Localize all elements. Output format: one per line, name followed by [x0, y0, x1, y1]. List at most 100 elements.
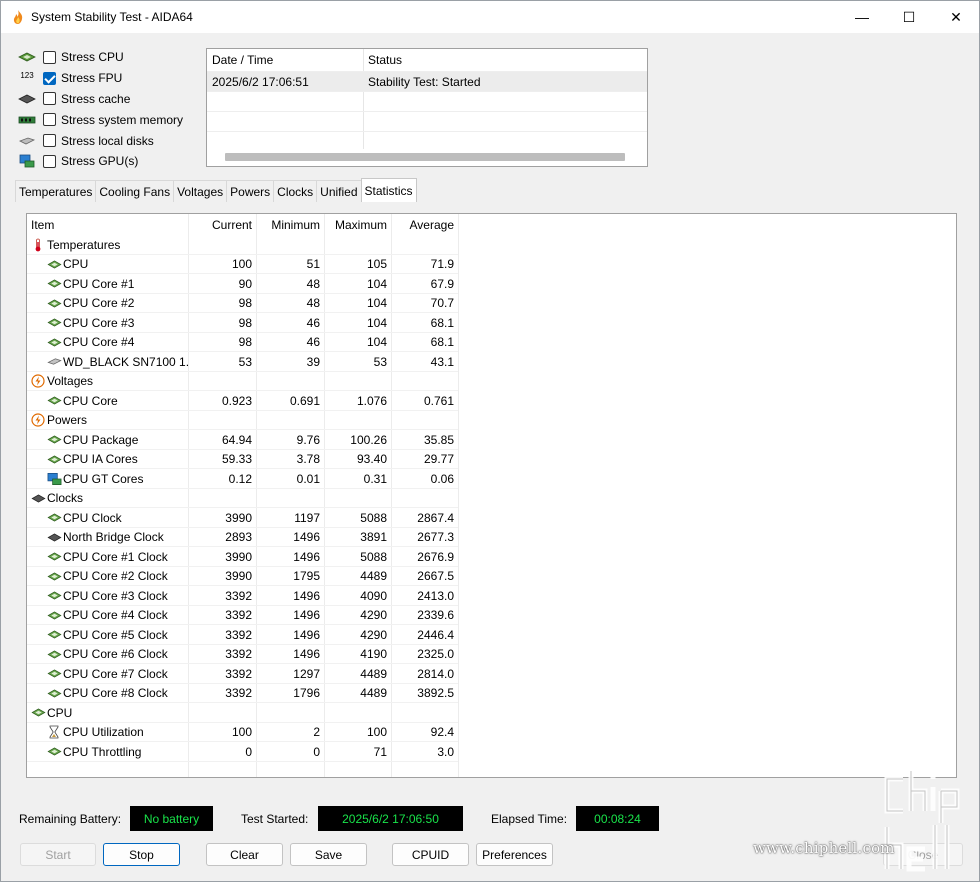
table-row[interactable]: CPU Core #6 Clock 3392 1496 4190 2325.0	[27, 645, 458, 665]
maximum-value: 3891	[360, 530, 387, 545]
tab-statistics[interactable]: Statistics	[360, 178, 417, 202]
tab-voltages[interactable]: Voltages	[173, 180, 228, 202]
stress-gpu-checkbox[interactable]	[43, 154, 56, 168]
aida64-flame-icon	[13, 10, 23, 24]
row-item-name: CPU Core #2 Clock	[27, 567, 188, 587]
stress-disks-option[interactable]: Stress local disks	[17, 130, 183, 151]
table-row[interactable]: North Bridge Clock 2893 1496 3891 2677.3	[27, 528, 458, 547]
row-item-name: Temperatures	[27, 235, 188, 255]
table-row[interactable]: CPU Core #2 Clock 3990 1795 4489 2667.5	[27, 567, 458, 587]
status-row[interactable]: 2025/6/2 17:06:51 Stability Test: Starte…	[207, 71, 647, 91]
row-item-label: CPU Core #6 Clock	[63, 647, 168, 662]
header-average[interactable]: Average	[391, 215, 458, 235]
preferences-button[interactable]: Preferences	[476, 843, 553, 866]
stress-cpu-option[interactable]: Stress CPU	[17, 47, 183, 68]
table-row[interactable]: CPU Core #3 Clock 3392 1496 4090 2413.0	[27, 586, 458, 606]
stress-options: Stress CPU 123 Stress FPU Stress cache S…	[17, 47, 183, 172]
stress-fpu-option[interactable]: 123 Stress FPU	[17, 68, 183, 89]
minimum-value: 1297	[293, 666, 320, 681]
tab-unified[interactable]: Unified	[316, 180, 362, 202]
average-value: 0.06	[430, 471, 454, 486]
row-item-name: CPU Core #6 Clock	[27, 645, 188, 665]
table-row[interactable]: CPU GT Cores 0.12 0.01 0.31 0.06	[27, 469, 458, 489]
row-item-label: CPU GT Cores	[63, 471, 144, 486]
status-header-time[interactable]: Date / Time	[207, 49, 363, 71]
row-item-label: CPU Core #2	[63, 296, 135, 311]
stress-disks-checkbox[interactable]	[43, 134, 56, 148]
minimize-button[interactable]: —	[839, 1, 885, 33]
minimum-value: 0.691	[289, 393, 320, 408]
table-row[interactable]: CPU Core #5 Clock 3392 1496 4290 2446.4	[27, 625, 458, 645]
table-row[interactable]: CPU Core #2 98 48 104 70.7	[27, 294, 458, 313]
tab-cooling-fans[interactable]: Cooling Fans	[95, 180, 175, 202]
table-row[interactable]: CPU Core #1 Clock 3990 1496 5088 2676.9	[27, 547, 458, 567]
average-value: 92.4	[430, 725, 454, 740]
memory-module-icon	[17, 113, 37, 127]
table-row[interactable]: CPU Core #1 90 48 104 67.9	[27, 274, 458, 294]
header-maximum[interactable]: Maximum	[324, 215, 391, 235]
chip-icon	[46, 589, 62, 603]
row-item-label: CPU Utilization	[63, 725, 144, 740]
stress-memory-option[interactable]: Stress system memory	[17, 109, 183, 130]
header-minimum[interactable]: Minimum	[256, 215, 324, 235]
stress-cache-option[interactable]: Stress cache	[17, 89, 183, 110]
chip-icon	[46, 335, 62, 349]
table-row[interactable]: CPU Core #7 Clock 3392 1297 4489 2814.0	[27, 664, 458, 684]
table-row[interactable]: CPU Core 0.923 0.691 1.076 0.761	[27, 391, 458, 411]
table-group-row[interactable]: Clocks	[27, 489, 458, 509]
stress-cpu-checkbox[interactable]	[43, 50, 56, 64]
table-group-row[interactable]: Temperatures	[27, 235, 458, 255]
table-row[interactable]: CPU Clock 3990 1197 5088 2867.4	[27, 508, 458, 528]
save-button[interactable]: Save	[290, 843, 367, 866]
table-row[interactable]: CPU Core #4 98 46 104 68.1	[27, 333, 458, 352]
table-row[interactable]: CPU Utilization 100 2 100 92.4	[27, 723, 458, 742]
statistics-table[interactable]: Item Current Minimum Maximum Average Tem…	[26, 213, 957, 778]
fpu-123-icon: 123	[17, 71, 37, 85]
stress-gpu-option[interactable]: Stress GPU(s)	[17, 151, 183, 172]
tab-temperatures[interactable]: Temperatures	[15, 180, 97, 202]
table-row[interactable]: CPU 100 51 105 71.9	[27, 255, 458, 274]
header-current[interactable]: Current	[188, 215, 256, 235]
current-value: 2893	[225, 530, 252, 545]
table-row[interactable]: CPU IA Cores 59.33 3.78 93.40 29.77	[27, 450, 458, 469]
status-log[interactable]: Date / Time Status 2025/6/2 17:06:51 Sta…	[206, 48, 648, 167]
row-item-label: Temperatures	[47, 237, 121, 252]
start-button[interactable]: Start	[20, 843, 96, 866]
chip-icon	[46, 296, 62, 310]
stress-cache-checkbox[interactable]	[43, 92, 56, 106]
table-row[interactable]: CPU Throttling 0 0 71 3.0	[27, 742, 458, 762]
table-group-row[interactable]: Powers	[27, 411, 458, 430]
header-item[interactable]: Item	[27, 215, 188, 235]
current-value: 90	[238, 276, 252, 291]
clock-chip-icon	[30, 491, 46, 505]
table-row[interactable]: CPU Core #3 98 46 104 68.1	[27, 313, 458, 333]
tab-clocks[interactable]: Clocks	[273, 180, 318, 202]
clear-button[interactable]: Clear	[206, 843, 283, 866]
chip-icon	[46, 647, 62, 661]
average-value: 2867.4	[417, 510, 454, 525]
stop-button[interactable]: Stop	[103, 843, 180, 866]
table-row[interactable]: CPU Core #8 Clock 3392 1796 4489 3892.5	[27, 684, 458, 703]
stress-fpu-checkbox[interactable]	[43, 71, 56, 85]
horizontal-scrollbar[interactable]	[225, 153, 625, 161]
table-row[interactable]: CPU Package 64.94 9.76 100.26 35.85	[27, 430, 458, 450]
average-value: 71.9	[430, 257, 454, 272]
maximum-value: 104	[366, 315, 387, 330]
table-group-row[interactable]: CPU	[27, 703, 458, 723]
chip-icon	[46, 667, 62, 681]
row-item-label: CPU Core #1 Clock	[63, 549, 168, 564]
table-group-row[interactable]: Voltages	[27, 372, 458, 391]
close-window-button[interactable]: ✕	[933, 1, 979, 33]
table-row[interactable]: WD_BLACK SN7100 1... 53 39 53 43.1	[27, 352, 458, 372]
table-row[interactable]: CPU Core #4 Clock 3392 1496 4290 2339.6	[27, 606, 458, 625]
cpuid-button[interactable]: CPUID	[392, 843, 469, 866]
current-value: 3392	[225, 608, 252, 623]
average-value: 2676.9	[417, 549, 454, 564]
current-value: 0.12	[228, 471, 252, 486]
row-item-name: Clocks	[27, 489, 188, 509]
stress-memory-checkbox[interactable]	[43, 113, 56, 127]
status-header-status[interactable]: Status	[363, 49, 647, 71]
maximize-button[interactable]: ☐	[886, 1, 932, 33]
tab-powers[interactable]: Powers	[226, 180, 275, 202]
chip-icon	[46, 608, 62, 622]
